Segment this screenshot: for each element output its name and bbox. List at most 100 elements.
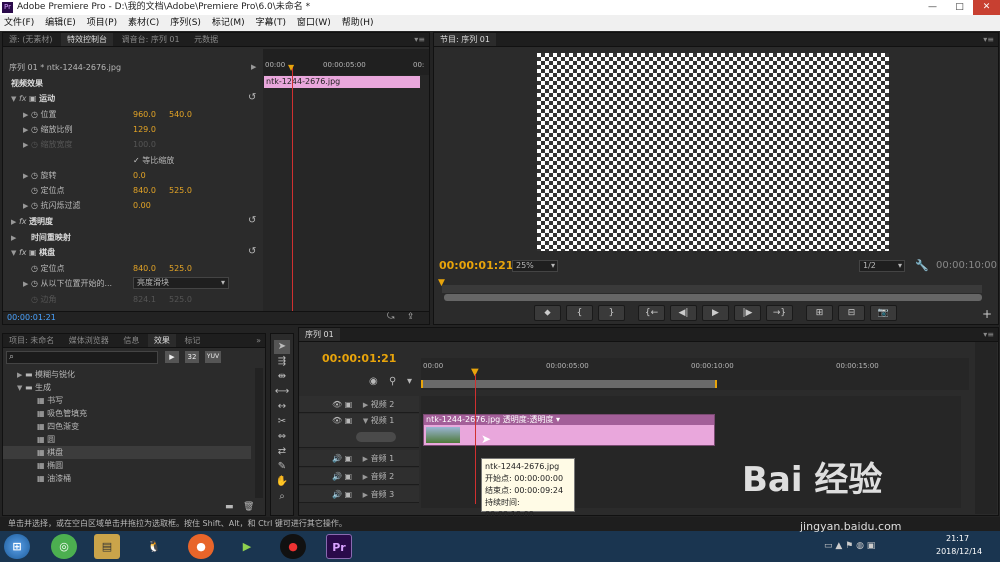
menu-title[interactable]: 字幕(T) [255, 18, 286, 28]
slip-tool-icon[interactable]: ⇔ [274, 430, 290, 444]
effects-search-input[interactable]: ⌕ [6, 351, 158, 364]
link-marker-icon[interactable]: ⚲ [389, 376, 396, 387]
position-y-value[interactable]: 540.0 [169, 108, 192, 121]
slide-tool-icon[interactable]: ⇄ [274, 445, 290, 459]
reset-opacity-icon[interactable]: ↺ [248, 215, 256, 226]
timeline-playhead[interactable] [475, 374, 476, 504]
start-button[interactable]: ⊞ [4, 534, 30, 559]
snap-icon[interactable]: ◉ [369, 376, 378, 387]
razor-tool-icon[interactable]: ✂ [274, 415, 290, 429]
program-time-ruler[interactable] [442, 285, 982, 293]
track-header-audio2[interactable]: 🔊 ▣ ▶ 音频 2 [299, 468, 419, 485]
video-clip[interactable]: ntk-1244-2676.jpg 透明度:透明度 ▾ [423, 414, 715, 446]
panel-menu-icon[interactable]: ▾≡ [983, 328, 994, 341]
clip-icon[interactable]: ⤿ [387, 312, 395, 322]
lift-button[interactable]: ⊞ [806, 305, 833, 321]
menu-marker[interactable]: 标记(M) [212, 18, 245, 28]
tray-icons[interactable]: ▭ ▲ ⚑ ◍ ▣ [824, 541, 875, 551]
stopwatch-icon[interactable]: ◷ [31, 125, 38, 134]
hand-tool-icon[interactable]: ✋ [274, 475, 290, 489]
mark-in-button[interactable]: { [566, 305, 593, 321]
timeline-side-scrollbar[interactable] [975, 342, 997, 514]
mark-out-button[interactable]: } [598, 305, 625, 321]
add-marker-icon[interactable]: ▾ [407, 376, 412, 387]
effect-checkerboard[interactable]: 棋盘 [39, 248, 55, 257]
track-header-video2[interactable]: 👁 ▣ ▶ 视频 2 [299, 396, 419, 413]
go-to-in-button[interactable]: {← [638, 305, 665, 321]
mini-playhead-handle[interactable]: ▼ [288, 63, 294, 72]
yuv-effects-badge[interactable]: YUV [205, 351, 221, 363]
program-current-time[interactable]: 00:00:01:21 [439, 259, 513, 272]
zoom-tool-icon[interactable]: ⌕ [274, 490, 290, 504]
keyframe-toggle[interactable] [356, 432, 396, 442]
go-to-out-button[interactable]: →} [766, 305, 793, 321]
stopwatch-icon[interactable]: ◷ [31, 171, 38, 180]
mini-playhead[interactable] [292, 67, 293, 323]
recorder-icon[interactable]: ● [280, 534, 306, 559]
stopwatch-icon[interactable]: ◷ [31, 186, 38, 195]
tree-item-effect[interactable]: ▦ 椭圆 [3, 459, 265, 472]
tab-metadata[interactable]: 元数据 [188, 33, 224, 46]
resolution-dropdown[interactable]: 1/2 ▾ [859, 260, 905, 272]
mini-clip-bar[interactable]: ntk-1244-2676.jpg [264, 76, 420, 88]
browser-icon[interactable]: ◎ [51, 534, 77, 559]
tab-effects[interactable]: 效果 [147, 334, 176, 347]
panel-menu-icon[interactable]: » [256, 334, 261, 347]
premiere-taskbar-icon[interactable]: Pr [326, 534, 352, 559]
menu-help[interactable]: 帮助(H) [342, 18, 374, 28]
expand-time-remap-icon[interactable]: ▶ [11, 234, 16, 242]
step-back-button[interactable]: ◀| [670, 305, 697, 321]
work-area-bar[interactable] [421, 380, 717, 388]
program-playhead[interactable]: ▼ [438, 278, 445, 288]
reset-motion-icon[interactable]: ↺ [248, 92, 256, 103]
anchor-y-value[interactable]: 525.0 [169, 184, 192, 197]
tree-item-effect[interactable]: ▦ 油漆桶 [3, 472, 265, 485]
clip-header[interactable]: ntk-1244-2676.jpg 透明度:透明度 ▾ [424, 415, 714, 425]
flicker-value[interactable]: 0.00 [133, 199, 151, 212]
lock-icon[interactable]: ▣ [345, 454, 353, 463]
tree-item-effect[interactable]: ▦ 书写 [3, 394, 265, 407]
camtasia-icon[interactable]: ▶ [234, 534, 260, 559]
close-button[interactable]: ✕ [973, 0, 1000, 15]
cb-anchor-x-value[interactable]: 840.0 [133, 262, 156, 275]
expand-motion-icon[interactable]: ▼ [11, 95, 16, 103]
eye-icon[interactable]: 👁 [332, 416, 342, 425]
timeline-current-time[interactable]: 00:00:01:21 [322, 352, 396, 365]
program-video-frame[interactable] [537, 53, 889, 251]
file-explorer-icon[interactable]: ▤ [94, 534, 120, 559]
expand-rotation-icon[interactable]: ▶ [23, 172, 28, 180]
track-header-audio1[interactable]: 🔊 ▣ ▶ 音频 1 [299, 450, 419, 467]
effect-current-time[interactable]: 00:00:01:21 [7, 313, 56, 322]
qq-icon[interactable]: 🐧 [141, 534, 167, 559]
stopwatch-icon[interactable]: ◷ [31, 264, 38, 273]
panel-menu-icon[interactable]: ▾≡ [414, 33, 425, 46]
reset-checkerboard-icon[interactable]: ↺ [248, 246, 256, 257]
export-frame-button[interactable]: 📷 [870, 305, 897, 321]
effect-time-remap[interactable]: 时间重映射 [31, 233, 71, 242]
tree-item-effect[interactable]: ▦ 四色渐变 [3, 420, 265, 433]
lock-icon[interactable]: ▣ [345, 490, 353, 499]
cb-anchor-y-value[interactable]: 525.0 [169, 262, 192, 275]
program-zoom-scrollbar[interactable] [444, 294, 982, 301]
effect-opacity[interactable]: 透明度 [29, 217, 53, 226]
rotation-value[interactable]: 0.0 [133, 169, 146, 182]
tree-item-effect[interactable]: ▦ 圆 [3, 433, 265, 446]
tab-media-browser[interactable]: 媒体浏览器 [63, 334, 115, 347]
tree-item-folder-open[interactable]: ▼ ▬ 生成 [3, 381, 265, 394]
ripple-edit-tool-icon[interactable]: ⇹ [274, 370, 290, 384]
selection-tool-icon[interactable]: ➤ [274, 340, 290, 354]
menu-file[interactable]: 文件(F) [4, 18, 34, 28]
expand-checkerboard-icon[interactable]: ▼ [11, 249, 16, 257]
menu-edit[interactable]: 编辑(E) [45, 18, 76, 28]
rolling-edit-tool-icon[interactable]: ⟷ [274, 385, 290, 399]
rate-stretch-tool-icon[interactable]: ↔ [274, 400, 290, 414]
tab-sequence[interactable]: 序列 01 [299, 328, 340, 341]
minimize-button[interactable]: — [919, 0, 946, 15]
step-forward-button[interactable]: |▶ [734, 305, 761, 321]
trash-icon[interactable]: 🗑 [243, 502, 254, 512]
cb-from-dropdown[interactable]: 亮度滑块 ▾ [133, 277, 229, 289]
speaker-icon[interactable]: 🔊 [332, 454, 342, 463]
tree-item-effect[interactable]: ▦ 吸色管填充 [3, 407, 265, 420]
pen-tool-icon[interactable]: ✎ [274, 460, 290, 474]
32bit-effects-badge[interactable]: 32 [185, 351, 199, 363]
